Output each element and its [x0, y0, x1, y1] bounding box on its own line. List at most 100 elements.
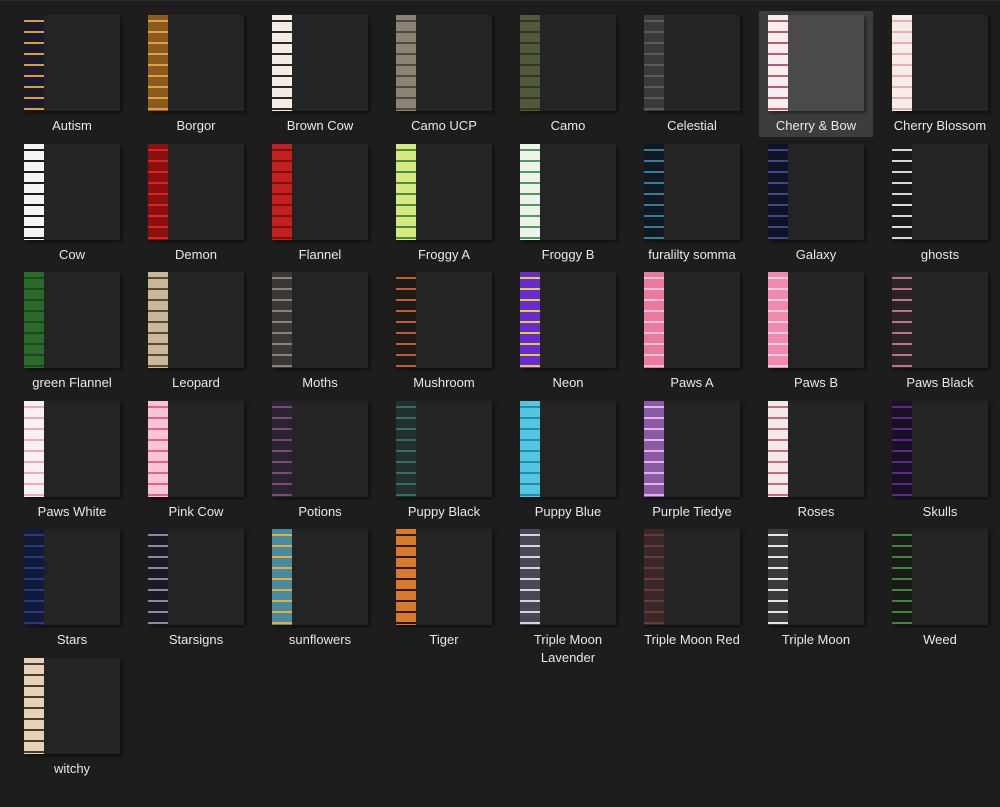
- file-name-label: Froggy A: [417, 246, 471, 262]
- file-item[interactable]: Potions: [263, 397, 377, 523]
- file-name-label: green Flannel: [32, 375, 112, 390]
- file-thumbnail: [148, 400, 244, 497]
- file-item[interactable]: Mushroom: [387, 268, 501, 394]
- leopard-pattern-strip: [148, 272, 168, 368]
- purple-tiedye-pattern-strip: [644, 400, 664, 497]
- file-item[interactable]: ghosts: [883, 140, 997, 266]
- file-thumbnail: [272, 15, 368, 111]
- camo-pattern-strip: [520, 15, 540, 111]
- file-item[interactable]: Pink Cow: [139, 397, 253, 523]
- file-item[interactable]: Paws Black: [883, 268, 997, 394]
- file-name-label: Pink Cow: [168, 503, 224, 519]
- paws-b-pattern-strip: [768, 272, 788, 368]
- froggy-a-pattern-strip: [396, 143, 416, 240]
- weed-pattern-strip: [892, 529, 912, 625]
- file-thumbnail: [272, 272, 368, 368]
- potions-pattern-strip: [272, 400, 292, 497]
- file-item[interactable]: Tiger: [387, 525, 501, 651]
- furality-pattern-strip: [644, 143, 664, 240]
- autism-pattern-strip: [24, 15, 44, 111]
- file-name-label: Puppy Black: [407, 503, 481, 519]
- file-item[interactable]: Cherry & Bow: [759, 11, 873, 137]
- file-item[interactable]: green Flannel: [15, 268, 129, 394]
- triple-moon-lavender-pattern-strip: [520, 529, 540, 625]
- file-name-label: Mushroom: [413, 375, 475, 390]
- file-thumbnail: [148, 15, 244, 111]
- file-item[interactable]: Paws White: [15, 397, 129, 523]
- file-item[interactable]: Demon: [139, 140, 253, 266]
- stars-pattern-strip: [24, 529, 44, 625]
- file-name-label: Weed: [923, 632, 957, 647]
- file-thumbnail: [272, 143, 368, 240]
- file-thumbnail: [644, 272, 740, 368]
- file-item[interactable]: Froggy A: [387, 140, 501, 266]
- file-item[interactable]: Cow: [15, 140, 129, 266]
- file-thumbnail: [892, 15, 988, 111]
- file-name-label: Roses: [797, 503, 835, 519]
- cherry-blossom-pattern-strip: [892, 15, 912, 111]
- file-name-label: Camo: [550, 118, 586, 133]
- tiger-pattern-strip: [396, 529, 416, 625]
- file-item[interactable]: Triple Moon Red: [635, 525, 749, 651]
- file-item[interactable]: Cherry Blossom: [883, 11, 997, 137]
- file-name-label: Borgor: [176, 118, 216, 133]
- file-item[interactable]: Froggy B: [511, 140, 625, 266]
- file-item[interactable]: witchy: [15, 654, 129, 780]
- file-item[interactable]: Galaxy: [759, 140, 873, 266]
- file-thumbnail: [272, 529, 368, 625]
- file-name-label: Demon: [175, 246, 217, 262]
- file-item[interactable]: Paws B: [759, 268, 873, 394]
- file-item[interactable]: Stars: [15, 525, 129, 651]
- file-item[interactable]: Skulls: [883, 397, 997, 523]
- file-item[interactable]: Autism: [15, 11, 129, 137]
- file-name-label: Potions: [298, 503, 342, 519]
- flannel-pattern-strip: [272, 143, 292, 240]
- file-item[interactable]: sunflowers: [263, 525, 377, 651]
- file-thumbnail: [24, 272, 120, 368]
- puppy-black-pattern-strip: [396, 400, 416, 497]
- file-item[interactable]: Triple Moon: [759, 525, 873, 651]
- file-thumbnail: [272, 400, 368, 497]
- file-name-label: Leopard: [172, 375, 220, 390]
- file-name-label: furalilty somma: [648, 246, 736, 262]
- file-thumbnail: [520, 400, 616, 497]
- file-item[interactable]: Puppy Blue: [511, 397, 625, 523]
- file-name-label: Starsigns: [168, 632, 224, 647]
- file-item[interactable]: Borgor: [139, 11, 253, 137]
- file-thumbnail: [892, 143, 988, 240]
- file-item[interactable]: Moths: [263, 268, 377, 394]
- file-name-label: Stars: [56, 632, 88, 647]
- file-item[interactable]: furalilty somma: [635, 140, 749, 266]
- file-name-label: Neon: [552, 375, 584, 390]
- skulls-pattern-strip: [892, 400, 912, 497]
- file-item[interactable]: Triple Moon Lavender: [511, 525, 625, 665]
- file-item[interactable]: Brown Cow: [263, 11, 377, 137]
- file-item[interactable]: Camo UCP: [387, 11, 501, 137]
- file-thumbnail: [396, 529, 492, 625]
- file-item[interactable]: Puppy Black: [387, 397, 501, 523]
- file-thumbnail: [24, 529, 120, 625]
- moths-pattern-strip: [272, 272, 292, 368]
- file-item[interactable]: Neon: [511, 268, 625, 394]
- file-item[interactable]: Camo: [511, 11, 625, 137]
- file-thumbnail: [892, 529, 988, 625]
- file-item[interactable]: Starsigns: [139, 525, 253, 651]
- file-item[interactable]: Celestial: [635, 11, 749, 137]
- file-thumbnail: [768, 272, 864, 368]
- file-item[interactable]: Paws A: [635, 268, 749, 394]
- file-item[interactable]: Purple Tiedye: [635, 397, 749, 523]
- file-name-label: Brown Cow: [286, 118, 354, 133]
- file-thumbnail: [644, 15, 740, 111]
- file-thumbnail: [396, 272, 492, 368]
- paws-white-pattern-strip: [24, 400, 44, 497]
- file-item[interactable]: Flannel: [263, 140, 377, 266]
- file-name-label: Triple Moon Lavender: [533, 632, 603, 665]
- file-item[interactable]: Leopard: [139, 268, 253, 394]
- file-item[interactable]: Weed: [883, 525, 997, 651]
- green-flannel-pattern-strip: [24, 272, 44, 368]
- mushroom-pattern-strip: [396, 272, 416, 368]
- pink-cow-pattern-strip: [148, 400, 168, 497]
- file-thumbnail: [644, 529, 740, 625]
- file-thumbnail: [24, 143, 120, 240]
- file-item[interactable]: Roses: [759, 397, 873, 523]
